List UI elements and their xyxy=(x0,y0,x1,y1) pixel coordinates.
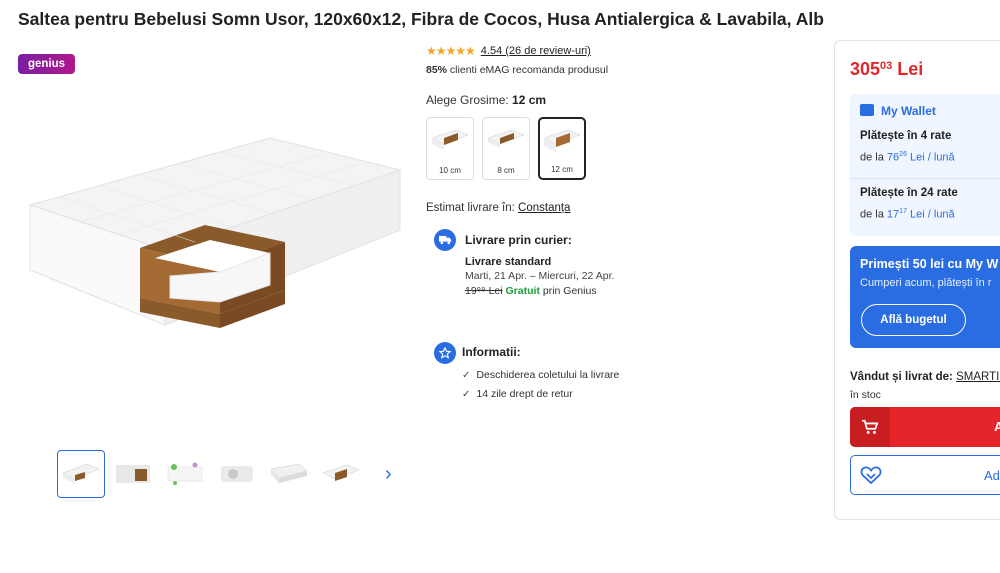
recommend-text: 85% clienti eMAG recomanda produsul xyxy=(426,64,608,76)
info-item: ✓ 14 zile drept de retur xyxy=(462,388,573,400)
delivery-estimate: Estimat livrare în: Constanța xyxy=(426,202,570,214)
rate-cents: 17 xyxy=(899,208,907,215)
product-price: 30503 Lei xyxy=(850,59,923,80)
thumbnail-1[interactable] xyxy=(57,450,105,498)
installment-4-title: Plătește în 4 rate xyxy=(860,130,952,142)
rate-prefix: de la xyxy=(860,151,887,164)
info-item: ✓ Deschiderea coletului la livrare xyxy=(462,369,619,381)
rate-amount: 17 xyxy=(886,208,900,221)
installment-24-amount: de la 1717 Lei / lună xyxy=(860,208,955,221)
thickness-option-label: 12 cm xyxy=(551,165,573,174)
divider xyxy=(850,178,1000,179)
check-icon: ✓ xyxy=(462,369,471,381)
star-icon xyxy=(434,342,456,364)
seller-info: Vândut și livrat de: SMARTIC xyxy=(850,371,1000,383)
delivery-dates: Marti, 21 Apr. – Miercuri, 22 Apr. xyxy=(465,270,615,282)
price-currency: Lei xyxy=(892,59,924,79)
info-title: Informatii: xyxy=(462,345,521,359)
courier-title: Livrare prin curier: xyxy=(465,233,572,247)
delivery-free-label: Gratuit xyxy=(505,285,540,297)
thumbnail-strip xyxy=(57,450,369,498)
info-item-text: Deschiderea coletului la livrare xyxy=(476,369,620,381)
rate-amount: 76 xyxy=(886,151,900,164)
seller-name-link[interactable]: SMARTIC xyxy=(956,371,1000,383)
thickness-label-text: Alege Grosime: xyxy=(426,93,513,107)
mattress-illustration xyxy=(28,137,402,328)
thickness-option-10cm[interactable]: 10 cm xyxy=(426,117,474,180)
check-icon: ✓ xyxy=(462,388,471,400)
chevron-right-icon[interactable]: › xyxy=(385,463,403,485)
recommend-label: clienti eMAG recomanda produsul xyxy=(447,64,609,76)
thickness-option-8cm[interactable]: 8 cm xyxy=(482,117,530,180)
delivery-estimate-label: Estimat livrare în: xyxy=(426,202,519,214)
add-to-cart-label[interactable]: A xyxy=(994,419,1000,434)
delivery-price: 19⁹⁹ Lei Gratuit prin Genius xyxy=(465,285,597,297)
promo-title: Primești 50 lei cu My W xyxy=(860,257,999,271)
stock-status: în stoc xyxy=(850,389,881,401)
thumbnail-6[interactable] xyxy=(317,450,365,498)
thickness-options: 10 cm 8 cm 12 cm xyxy=(426,117,594,180)
wallet-title: My Wallet xyxy=(881,104,936,118)
thickness-option-label: 10 cm xyxy=(439,166,461,175)
rating: ★★★★★ 4.54 (26 de review-uri) xyxy=(426,44,591,58)
cart-icon[interactable] xyxy=(850,407,890,447)
thickness-option-label: 8 cm xyxy=(497,166,515,175)
seller-label: Vândut și livrat de: xyxy=(850,371,957,383)
info-item-text: 14 zile drept de retur xyxy=(476,388,573,400)
promo-subtitle: Cumperi acum, plătești în r xyxy=(860,277,992,289)
reviews-link[interactable]: 4.54 (26 de review-uri) xyxy=(481,45,591,57)
delivery-via: prin Genius xyxy=(539,285,597,297)
rate-prefix: de la xyxy=(860,208,887,221)
recommend-pct: 85% xyxy=(426,64,448,76)
thumbnail-3[interactable] xyxy=(161,450,209,498)
price-cents: 03 xyxy=(880,60,893,72)
rate-suffix: Lei / lună xyxy=(906,151,955,164)
thickness-selected: 12 cm xyxy=(512,93,547,107)
price-main: 305 xyxy=(850,59,881,79)
thickness-option-12cm[interactable]: 12 cm xyxy=(538,117,586,180)
thickness-label: Alege Grosime: 12 cm xyxy=(426,93,546,107)
delivery-old-price: 19⁹⁹ Lei xyxy=(465,285,503,297)
add-to-favorites-label[interactable]: Ad xyxy=(984,468,1000,483)
delivery-location-link[interactable]: Constanța xyxy=(518,202,570,214)
thumbnail-5[interactable] xyxy=(265,450,313,498)
truck-icon xyxy=(434,229,456,251)
page-title: Saltea pentru Bebelusi Somn Usor, 120x60… xyxy=(18,9,824,29)
thumbnail-4[interactable] xyxy=(213,450,261,498)
installment-24-title: Plătește în 24 rate xyxy=(860,187,958,199)
installment-4-amount: de la 7626 Lei / lună xyxy=(860,151,955,164)
wallet-icon xyxy=(860,104,874,116)
standard-delivery-label: Livrare standard xyxy=(465,256,552,268)
rate-cents: 26 xyxy=(899,151,907,158)
heart-icon[interactable] xyxy=(860,465,882,485)
rate-suffix: Lei / lună xyxy=(906,208,955,221)
thumbnail-2[interactable] xyxy=(109,450,157,498)
check-budget-button[interactable]: Află bugetul xyxy=(861,304,966,336)
product-main-image[interactable] xyxy=(20,130,405,350)
genius-badge[interactable]: genius xyxy=(18,54,75,74)
rating-stars-icon: ★★★★★ xyxy=(426,44,476,58)
